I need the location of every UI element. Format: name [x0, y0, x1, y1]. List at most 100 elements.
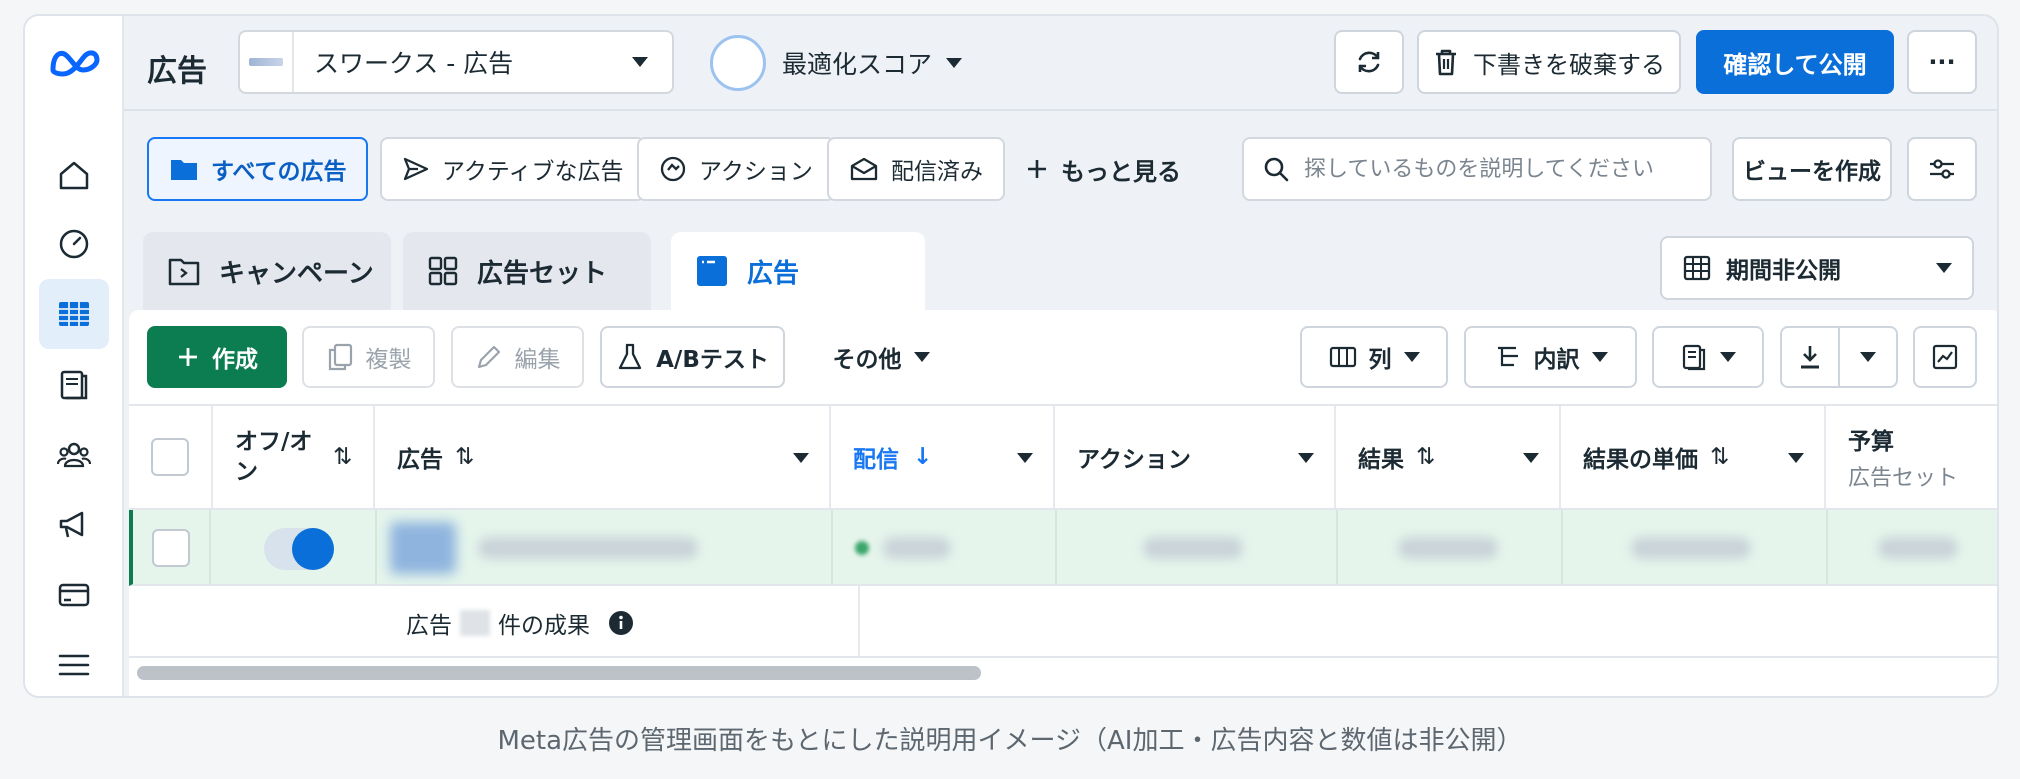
ab-test-button[interactable]: A/Bテスト: [600, 326, 785, 388]
reports-dropdown[interactable]: [1652, 326, 1764, 388]
chevron-down-icon[interactable]: [1788, 453, 1804, 463]
chevron-down-icon: [1403, 352, 1420, 362]
cell-divider: [375, 510, 377, 584]
filter-settings-button[interactable]: [1907, 137, 1977, 201]
breakdown-dropdown[interactable]: 内訳: [1464, 326, 1637, 388]
create-view-label: ビューを作成: [1743, 159, 1881, 185]
tab-adsets-label: 広告セット: [477, 258, 608, 289]
cost-obscured: [1631, 537, 1751, 559]
more-options-button[interactable]: ···: [1907, 30, 1977, 94]
optimization-score[interactable]: 最適化スコア: [710, 34, 963, 92]
count-obscured: [460, 610, 490, 636]
search-field[interactable]: [1242, 137, 1712, 201]
header-budget-label: 予算: [1848, 429, 1894, 455]
menu-hamburger-icon[interactable]: [39, 630, 109, 696]
trash-icon: [1436, 49, 1456, 76]
folder-icon: [171, 160, 197, 180]
header-onoff-label: オフ/オン: [235, 429, 313, 485]
filter-all-ads[interactable]: すべての広告: [147, 137, 369, 201]
sliders-icon: [1930, 159, 1954, 179]
sort-icon: ⇅: [1416, 444, 1436, 470]
billing-card-icon[interactable]: [39, 560, 109, 630]
chevron-down-icon: [946, 58, 963, 68]
cell-divider: [831, 510, 833, 584]
download-button[interactable]: [1782, 328, 1840, 386]
dashboard-gauge-icon[interactable]: [39, 209, 109, 279]
home-icon[interactable]: [39, 140, 109, 210]
ads-manager-table-icon[interactable]: [39, 279, 109, 349]
charts-button[interactable]: [1913, 326, 1977, 388]
header-actions[interactable]: アクション: [1055, 406, 1336, 508]
date-range-selector[interactable]: 期間非公開: [1660, 236, 1974, 300]
chevron-down-icon[interactable]: [1017, 453, 1033, 463]
tab-campaigns-label: キャンペーン: [219, 258, 374, 289]
sort-icon: ⇅: [1710, 444, 1730, 470]
info-icon[interactable]: [608, 610, 634, 636]
header-results[interactable]: 結果 ⇅: [1336, 406, 1561, 508]
pencil-icon: [477, 345, 500, 369]
header-budget[interactable]: 予算 広告セット: [1826, 406, 1997, 508]
cell-divider: [1055, 510, 1057, 584]
cell-divider: [1826, 510, 1828, 584]
send-icon: [403, 157, 429, 181]
search-input[interactable]: [1304, 156, 1704, 182]
tab-adsets[interactable]: 広告セット: [403, 232, 651, 310]
other-actions-dropdown[interactable]: その他: [811, 326, 951, 388]
tab-campaigns[interactable]: キャンペーン: [143, 232, 391, 310]
create-button[interactable]: 作成: [147, 326, 287, 388]
left-nav-rail: [25, 16, 124, 696]
header-delivery[interactable]: 配信 ↓: [831, 406, 1055, 508]
ad-onoff-toggle[interactable]: [264, 528, 334, 570]
chevron-down-icon[interactable]: [793, 453, 809, 463]
header-divider: [124, 109, 1997, 111]
duplicate-label: 複製: [365, 347, 412, 373]
discard-label: 下書きを破棄する: [1473, 50, 1665, 79]
filter-active-ads[interactable]: アクティブな広告: [380, 137, 646, 201]
columns-dropdown[interactable]: 列: [1300, 326, 1448, 388]
search-icon: [1264, 157, 1289, 182]
actions-icon: [660, 156, 686, 182]
chevron-down-icon: [1936, 263, 1952, 273]
chevron-down-icon[interactable]: [1523, 453, 1539, 463]
edit-button[interactable]: 編集: [451, 326, 584, 388]
edit-label: 編集: [514, 347, 561, 373]
account-avatar: [240, 32, 294, 92]
export-dropdown[interactable]: [1780, 326, 1898, 388]
cell-divider: [1336, 510, 1338, 584]
account-selector[interactable]: スワークス - 広告: [238, 30, 674, 94]
megaphone-icon[interactable]: [39, 490, 109, 560]
filter-delivered[interactable]: 配信済み: [827, 137, 1005, 201]
refresh-button[interactable]: [1334, 30, 1404, 94]
create-view-button[interactable]: ビューを作成: [1732, 137, 1892, 201]
chevron-down-icon: [632, 57, 648, 67]
envelope-icon: [850, 157, 878, 181]
row-checkbox[interactable]: [152, 529, 190, 567]
flask-icon: [618, 343, 642, 370]
filter-actions[interactable]: アクション: [637, 137, 835, 201]
meta-logo-icon[interactable]: [47, 44, 103, 80]
audiences-icon[interactable]: [39, 420, 109, 490]
chevron-down-icon: [913, 352, 930, 362]
filter-active-ads-label: アクティブな広告: [442, 159, 624, 185]
header-ad[interactable]: 広告 ⇅: [375, 406, 831, 508]
header-cost-per-result[interactable]: 結果の単価 ⇅: [1561, 406, 1826, 508]
chevron-down-icon[interactable]: [1298, 453, 1314, 463]
chevron-down-icon: [1720, 352, 1736, 362]
pages-icon[interactable]: [39, 350, 109, 420]
status-dot: [855, 541, 869, 555]
date-range-label: 期間非公開: [1726, 258, 1841, 284]
horizontal-scrollbar[interactable]: [137, 666, 981, 680]
see-more-filters[interactable]: もっと見る: [1025, 137, 1181, 201]
results-obscured: [1398, 537, 1498, 559]
select-all-checkbox[interactable]: [151, 438, 189, 476]
header-onoff[interactable]: オフ/オン ⇅: [213, 406, 375, 508]
export-options-toggle[interactable]: [1840, 352, 1896, 362]
ad-thumbnail[interactable]: [390, 522, 456, 574]
duplicate-button[interactable]: 複製: [302, 326, 435, 388]
review-publish-button[interactable]: 確認して公開: [1696, 30, 1894, 94]
plus-icon: [179, 348, 197, 366]
table-row[interactable]: [129, 510, 1997, 586]
ad-name-obscured[interactable]: [478, 537, 698, 559]
discard-drafts-button[interactable]: 下書きを破棄する: [1417, 30, 1681, 94]
tab-ads[interactable]: 広告: [671, 232, 925, 310]
